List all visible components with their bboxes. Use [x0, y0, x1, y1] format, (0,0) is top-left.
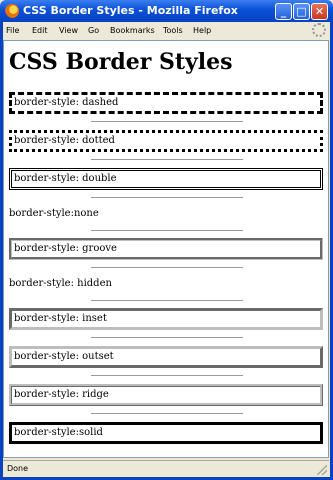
menu-bar: File Edit View Go Bookmarks Tools Help: [0, 22, 333, 40]
horizontal-rule: [91, 300, 243, 301]
menu-help[interactable]: Help: [193, 26, 211, 35]
demo-none: border-style:none: [9, 208, 99, 219]
page-viewport[interactable]: CSS Border Styles border-style: dashed b…: [3, 40, 329, 458]
close-button[interactable]: ✕: [311, 3, 328, 20]
firefox-icon: [5, 4, 19, 18]
browser-window: CSS Border Styles - Mozilla Firefox _ □ …: [0, 0, 333, 480]
horizontal-rule: [91, 159, 243, 160]
horizontal-rule: [91, 413, 243, 414]
demo-ridge: border-style: ridge: [9, 384, 323, 406]
throbber-icon: [312, 23, 326, 37]
page-title: CSS Border Styles: [9, 49, 233, 75]
demo-solid: border-style:solid: [9, 422, 323, 444]
window-title: CSS Border Styles - Mozilla Firefox: [23, 4, 238, 17]
demo-groove: border-style: groove: [9, 238, 323, 260]
menu-file[interactable]: File: [6, 26, 19, 35]
horizontal-rule: [91, 230, 243, 231]
demo-outset: border-style: outset: [9, 346, 323, 368]
minimize-button[interactable]: _: [275, 3, 292, 20]
demo-dashed: border-style: dashed: [9, 92, 323, 114]
menu-bookmarks[interactable]: Bookmarks: [110, 26, 155, 35]
demo-dotted: border-style: dotted: [9, 130, 323, 152]
horizontal-rule: [91, 337, 243, 338]
horizontal-rule: [91, 197, 243, 198]
demo-double: border-style: double: [9, 168, 323, 190]
menu-go[interactable]: Go: [88, 26, 99, 35]
menu-view[interactable]: View: [59, 26, 78, 35]
demo-hidden: border-style: hidden: [9, 278, 112, 289]
demo-inset: border-style: inset: [9, 308, 323, 330]
horizontal-rule: [91, 375, 243, 376]
title-bar[interactable]: CSS Border Styles - Mozilla Firefox _ □ …: [0, 0, 333, 22]
horizontal-rule: [91, 267, 243, 268]
horizontal-rule: [91, 121, 243, 122]
status-text: Done: [7, 464, 29, 473]
maximize-button[interactable]: □: [293, 3, 310, 20]
resize-grip-icon[interactable]: [317, 465, 327, 475]
status-bar: Done: [3, 460, 329, 477]
menu-tools[interactable]: Tools: [163, 26, 183, 35]
menu-edit[interactable]: Edit: [32, 26, 48, 35]
